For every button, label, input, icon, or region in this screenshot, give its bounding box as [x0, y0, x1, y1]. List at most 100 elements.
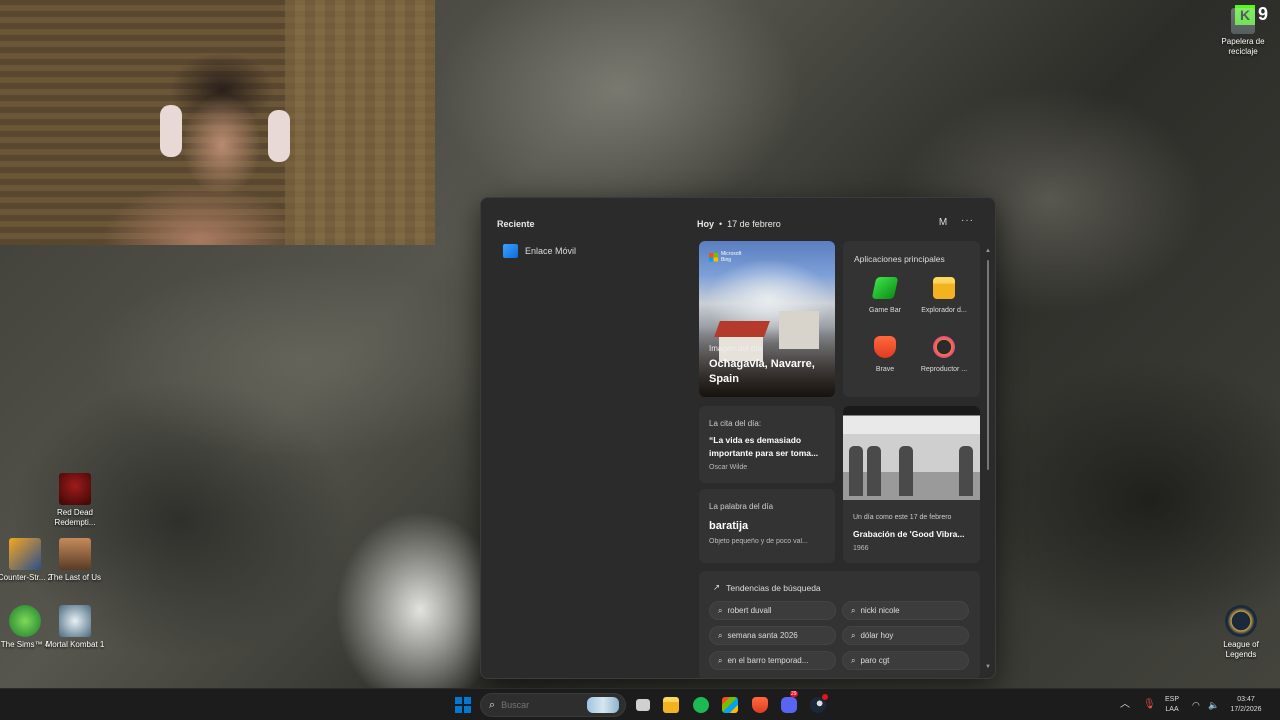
search-input[interactable] [501, 700, 582, 710]
desktop-icon-label: The Last of Us [48, 573, 102, 582]
app-file-explorer[interactable]: Explorador d... [913, 277, 975, 314]
trend-chip[interactable]: ⌕ dólar hoy [842, 626, 969, 645]
headphone-right [268, 110, 290, 162]
phone-link-icon [503, 244, 518, 258]
webcam-overlay [0, 0, 435, 245]
clock-date: 17/2/2026 [1230, 706, 1262, 713]
on-this-day-label: Un día como este 17 de febrero [853, 514, 952, 521]
clock-time: 03:47 [1237, 696, 1255, 703]
trend-chip-label: dólar hoy [860, 631, 894, 640]
quote-text: “La vida es demasiado importante para se… [709, 435, 819, 458]
on-this-day-title: Grabación de 'Good Vibra... [853, 529, 965, 539]
taskbar: ⌕ 29 ︿ 🎙 ESP LAA ◠ 🔈 03:47 17/2/2026 [0, 688, 1280, 720]
search-icon: ⌕ [851, 630, 856, 640]
taskbar-search[interactable]: ⌕ [480, 693, 626, 717]
widgets-scrollbar[interactable]: ▲ ▼ [985, 248, 991, 670]
task-view-icon[interactable] [636, 699, 650, 711]
the-last-of-us-icon [59, 538, 91, 570]
desktop-icon-red-dead[interactable]: Red Dead Redempti... [45, 473, 105, 528]
on-this-day-year: 1966 [853, 545, 869, 552]
sims-icon [9, 605, 41, 637]
trend-chip[interactable]: ⌕ semana santa 2026 [709, 626, 836, 645]
desktop-icon-league[interactable]: League of Legends [1211, 605, 1271, 660]
photo-person [849, 446, 863, 496]
notification-dot [822, 694, 828, 700]
search-icon: ⌕ [718, 605, 723, 615]
photo-title: Ochagavía, Navarre, Spain [709, 358, 815, 385]
trend-chip-label: paro cgt [860, 656, 890, 665]
microsoft-store-icon[interactable] [722, 697, 738, 713]
show-hidden-icons[interactable]: ︿ [1120, 689, 1130, 720]
desktop-icon-recycle-bin[interactable]: Papelera de reciclaje [1213, 8, 1273, 57]
app-media-player[interactable]: Reproductor ... [913, 336, 975, 373]
trend-chip[interactable]: ⌕ paro cgt [842, 651, 969, 670]
trend-chip[interactable]: ⌕ robert duvall [709, 601, 836, 620]
scroll-up-icon[interactable]: ▲ [985, 248, 991, 254]
spotify-icon[interactable] [693, 697, 709, 713]
app-brave[interactable]: Brave [854, 336, 916, 373]
trend-chip[interactable]: ⌕ en el barro temporad... [709, 651, 836, 670]
search-trends-card: ↗ Tendencias de búsqueda ⌕ robert duvall … [699, 571, 980, 678]
app-label: Brave [875, 366, 895, 373]
mortal-kombat-icon [59, 605, 91, 637]
discord-icon[interactable]: 29 [781, 691, 798, 713]
file-explorer-icon[interactable] [663, 697, 679, 713]
desktop-icon-label: Mortal Kombat 1 [45, 640, 105, 649]
date-today: Hoy [697, 219, 715, 229]
photo-person [959, 446, 973, 496]
word-label: La palabra del día [709, 502, 774, 511]
trends-header: ↗ Tendencias de búsqueda [713, 582, 821, 593]
scroll-down-icon[interactable]: ▼ [985, 664, 991, 670]
photo-person [867, 446, 881, 496]
word-value: baratija [709, 520, 749, 532]
clock[interactable]: 03:47 17/2/2026 [1226, 689, 1266, 720]
steam-icon[interactable] [810, 694, 828, 713]
trend-chip[interactable]: ⌕ nicki nicole [842, 601, 969, 620]
search-icon: ⌕ [489, 698, 496, 711]
headphone-left [160, 105, 182, 157]
brave-icon [874, 336, 896, 358]
on-this-day-card[interactable]: Un día como este 17 de febrero Grabación… [843, 406, 980, 563]
language-line2: LAA [1165, 706, 1179, 713]
date-separator: • [719, 219, 723, 229]
top-apps-title: Aplicaciones principales [854, 254, 945, 264]
photo-of-the-day-card[interactable]: Microsoft Bing Imagen del día Ochagavía,… [699, 241, 835, 397]
recent-item-label: Enlace Móvil [525, 246, 577, 256]
scrollbar-thumb[interactable] [987, 260, 989, 470]
avatar[interactable]: M [936, 217, 950, 231]
trend-chip-label: en el barro temporad... [727, 656, 809, 665]
trending-icon: ↗ [713, 582, 721, 592]
desktop-icon-the-last-of-us[interactable]: The Last of Us [45, 538, 105, 583]
webcam-background [285, 0, 435, 245]
windows-start-icon[interactable] [455, 697, 471, 713]
discord-badge: 29 [790, 691, 798, 697]
app-label: Reproductor ... [920, 366, 968, 373]
language-indicator[interactable]: ESP LAA [1165, 689, 1179, 720]
league-icon [1225, 605, 1257, 637]
microphone-icon[interactable]: 🎙 [1143, 689, 1156, 720]
app-game-bar[interactable]: Game Bar [854, 277, 916, 314]
date-header: Hoy • 17 de febrero [697, 219, 781, 229]
brave-icon[interactable] [752, 697, 768, 713]
word-definition: Objeto pequeño y de poco val... [709, 538, 808, 545]
wifi-icon[interactable]: ◠ [1192, 689, 1200, 720]
bing-brand-line2: Bing [721, 257, 732, 263]
on-this-day-image [843, 406, 980, 500]
desktop-icon-mortal-kombat[interactable]: Mortal Kombat 1 [45, 605, 105, 650]
folder-icon [933, 277, 955, 299]
volume-icon[interactable]: 🔈 [1208, 689, 1219, 720]
app-label: Game Bar [869, 307, 901, 314]
quote-label: La cita del día: [709, 419, 762, 428]
microsoft-logo-icon [709, 252, 718, 262]
search-highlight-icon [587, 697, 620, 713]
recycle-bin-icon [1231, 8, 1255, 34]
more-options-icon[interactable]: ··· [961, 215, 974, 226]
quote-card[interactable]: La cita del día: “La vida es demasiado i… [699, 406, 835, 483]
photo-building [779, 311, 819, 349]
search-icon: ⌕ [851, 655, 856, 665]
trend-chip-label: nicki nicole [860, 606, 900, 615]
top-apps-card: Aplicaciones principales Game Bar Explor… [843, 241, 980, 397]
search-icon: ⌕ [851, 605, 856, 615]
word-of-the-day-card[interactable]: La palabra del día baratija Objeto peque… [699, 489, 835, 563]
recent-item-enlace-movil[interactable]: Enlace Móvil [503, 244, 576, 258]
